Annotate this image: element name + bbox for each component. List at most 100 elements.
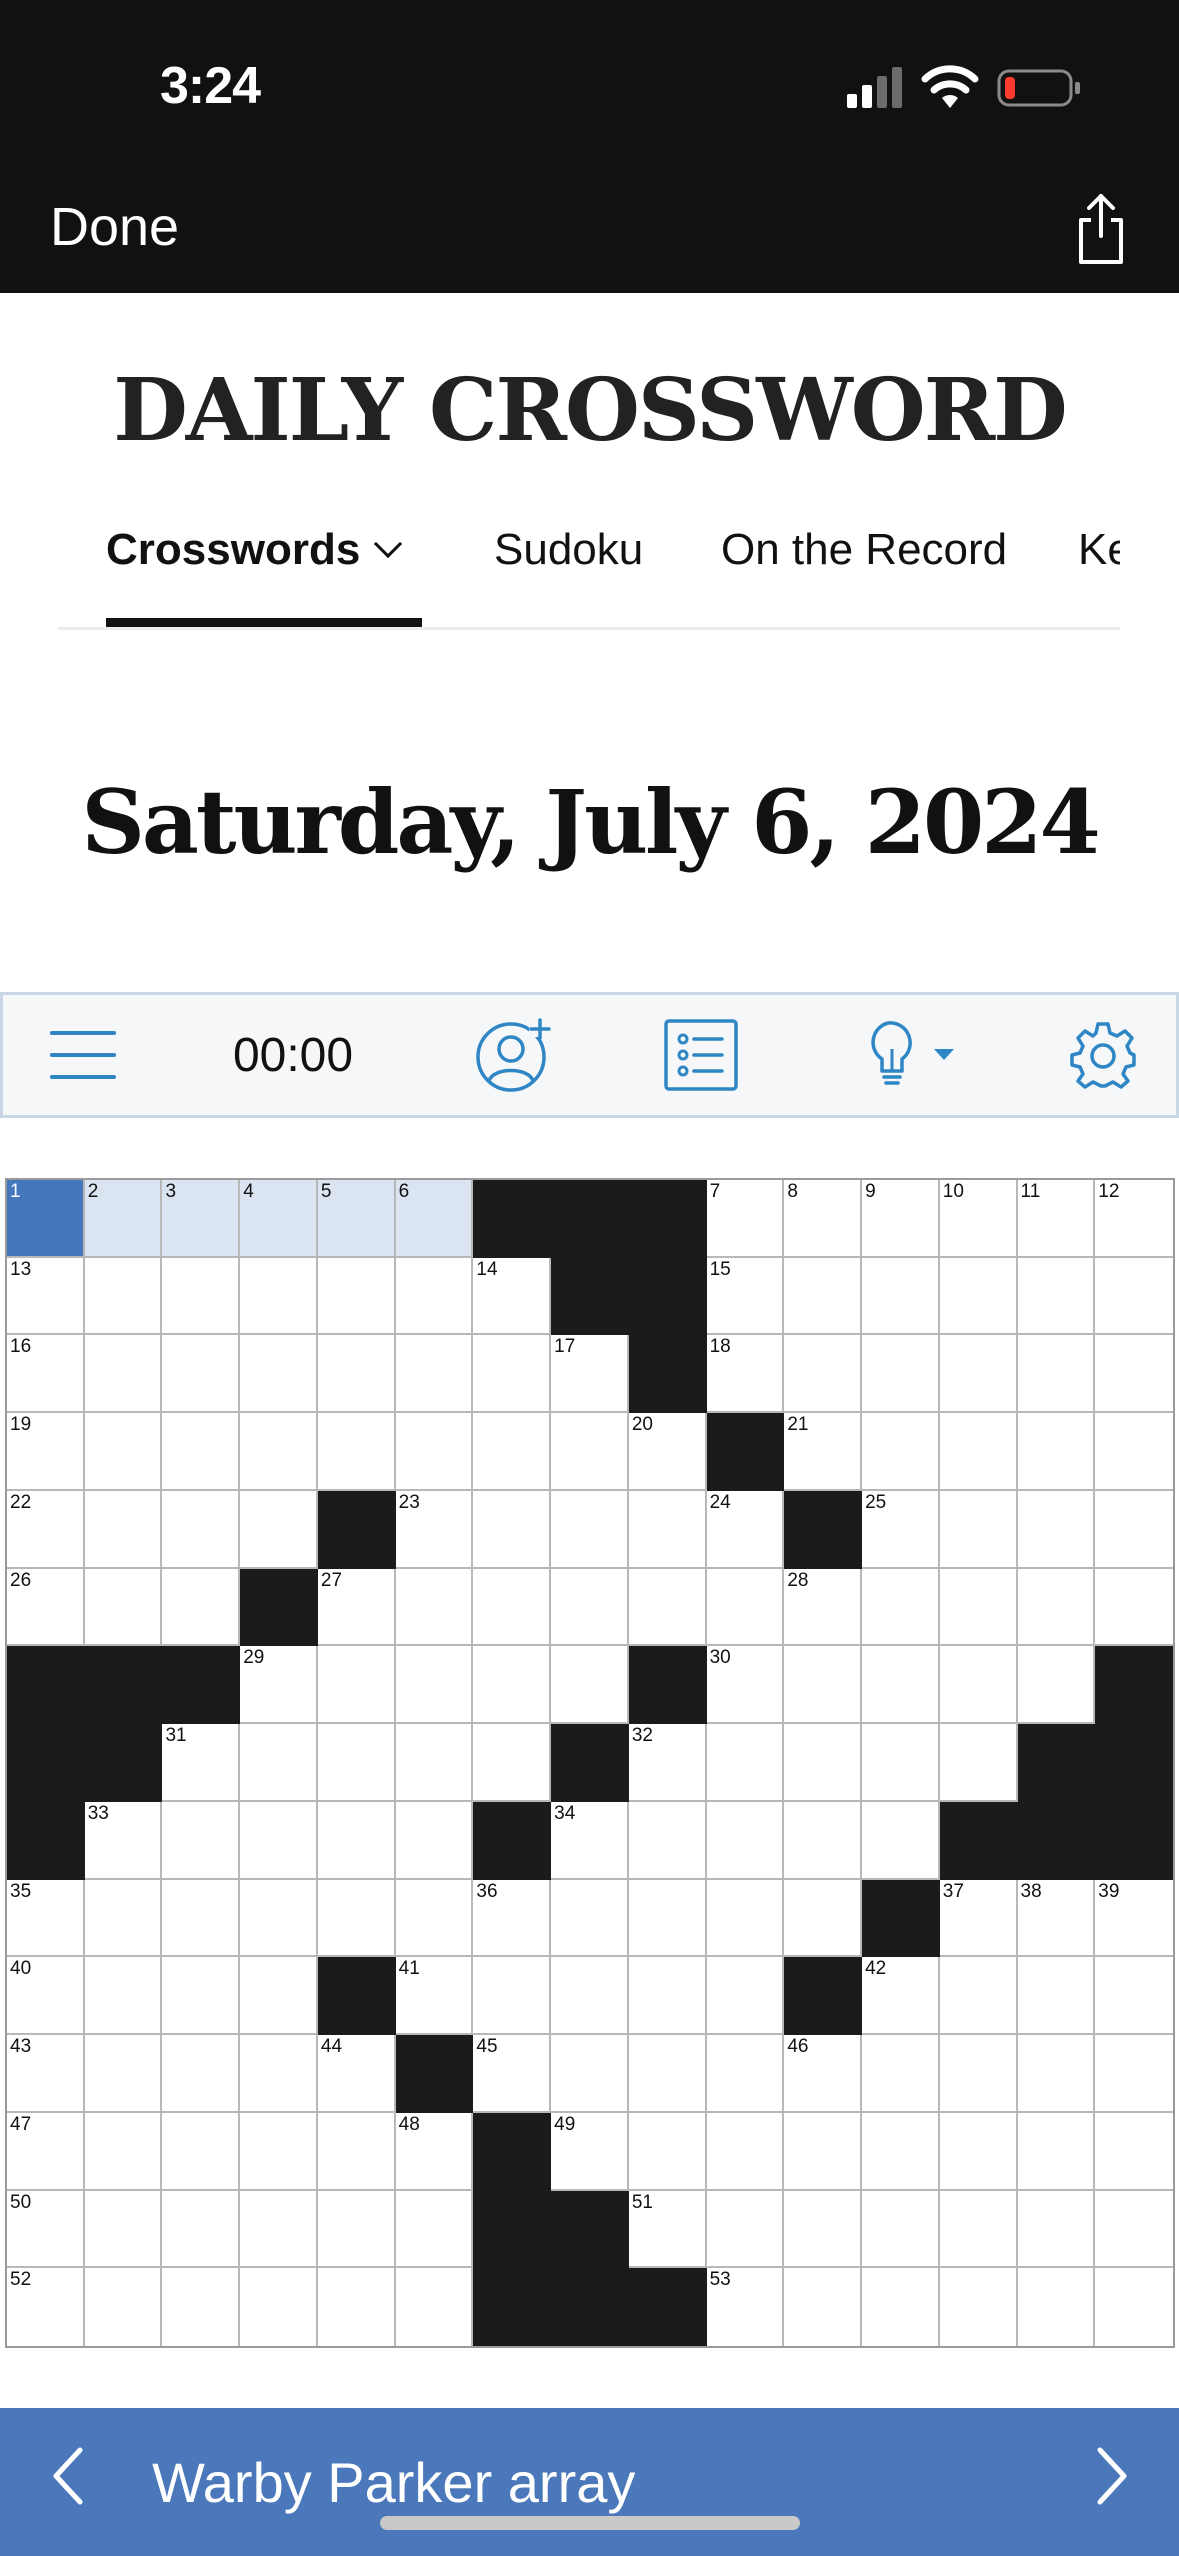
grid-cell[interactable]: 27	[317, 1568, 396, 1647]
grid-cell[interactable]	[317, 2190, 396, 2269]
grid-cell[interactable]	[162, 2112, 241, 2191]
grid-cell[interactable]: 42	[862, 1957, 940, 2036]
grid-cell[interactable]	[162, 1568, 241, 1647]
grid-cell[interactable]	[1017, 1490, 1096, 1569]
grid-cell[interactable]: 22	[7, 1490, 85, 1569]
grid-cell[interactable]	[1017, 2035, 1096, 2113]
grid-cell[interactable]: 24	[706, 1490, 785, 1569]
grid-cell[interactable]: 6	[395, 1180, 474, 1258]
grid-cell[interactable]: 45	[473, 2035, 552, 2113]
grid-cell[interactable]	[784, 1257, 863, 1336]
grid-cell[interactable]: 28	[784, 1568, 863, 1647]
clue-list-button[interactable]	[651, 995, 751, 1115]
grid-cell[interactable]	[395, 2268, 474, 2346]
grid-cell[interactable]: 9	[862, 1180, 940, 1258]
grid-cell[interactable]: 32	[628, 1724, 707, 1802]
grid-cell[interactable]	[1095, 2268, 1173, 2346]
grid-cell[interactable]	[395, 1879, 474, 1958]
grid-cell[interactable]	[395, 1257, 474, 1336]
grid-cell[interactable]	[706, 1724, 785, 1802]
grid-cell[interactable]	[1017, 1568, 1096, 1647]
grid-cell[interactable]: 7	[706, 1180, 785, 1258]
grid-cell[interactable]: 4	[240, 1180, 318, 1258]
grid-cell[interactable]: 2	[84, 1180, 163, 1258]
grid-cell[interactable]	[1095, 2190, 1173, 2269]
grid-cell[interactable]	[240, 1801, 318, 1880]
grid-cell[interactable]	[473, 1335, 552, 1414]
grid-cell[interactable]	[1017, 1646, 1096, 1725]
grid-cell[interactable]	[784, 1646, 863, 1725]
grid-cell[interactable]: 36	[473, 1879, 552, 1958]
grid-cell[interactable]: 41	[395, 1957, 474, 2036]
grid-cell[interactable]: 49	[551, 2112, 629, 2191]
grid-cell[interactable]	[939, 1957, 1018, 2036]
grid-cell[interactable]: 5	[317, 1180, 396, 1258]
grid-cell[interactable]	[628, 2035, 707, 2113]
grid-cell[interactable]	[473, 1413, 552, 1491]
grid-cell[interactable]	[317, 2112, 396, 2191]
grid-cell[interactable]: 10	[939, 1180, 1018, 1258]
grid-cell[interactable]: 25	[862, 1490, 940, 1569]
grid-cell[interactable]	[706, 1801, 785, 1880]
grid-cell[interactable]	[1017, 2112, 1096, 2191]
grid-cell[interactable]: 46	[784, 2035, 863, 2113]
grid-cell[interactable]	[84, 1490, 163, 1569]
grid-cell[interactable]	[473, 1957, 552, 2036]
grid-cell[interactable]: 15	[706, 1257, 785, 1336]
grid-cell[interactable]	[317, 2268, 396, 2346]
grid-cell[interactable]: 38	[1017, 1879, 1096, 1958]
grid-cell[interactable]	[1017, 1335, 1096, 1414]
tab-on-the-record[interactable]: On the Record	[721, 525, 1007, 575]
grid-cell[interactable]	[551, 2035, 629, 2113]
grid-cell[interactable]	[395, 2190, 474, 2269]
grid-cell[interactable]	[862, 1257, 940, 1336]
grid-cell[interactable]	[240, 2268, 318, 2346]
grid-cell[interactable]	[240, 2112, 318, 2191]
grid-cell[interactable]	[939, 1568, 1018, 1647]
grid-cell[interactable]	[628, 1801, 707, 1880]
grid-cell[interactable]: 31	[162, 1724, 241, 1802]
settings-button[interactable]	[1053, 995, 1153, 1115]
grid-cell[interactable]	[395, 1568, 474, 1647]
grid-cell[interactable]	[1017, 1957, 1096, 2036]
grid-cell[interactable]	[162, 1413, 241, 1491]
grid-cell[interactable]	[939, 1646, 1018, 1725]
grid-cell[interactable]	[628, 1879, 707, 1958]
crossword-grid[interactable]: 1 2 3 4 5 6 7 8 9 10 11 12 13 14 15 16 17 18 19 20 21 22 23 24 2…	[5, 1178, 1175, 2348]
grid-cell[interactable]	[317, 1413, 396, 1491]
grid-cell[interactable]	[84, 2190, 163, 2269]
grid-cell[interactable]	[551, 1957, 629, 2036]
grid-cell[interactable]	[395, 1335, 474, 1414]
tab-truncated[interactable]: Ke	[1078, 525, 1120, 575]
grid-cell[interactable]	[162, 2035, 241, 2113]
grid-cell[interactable]	[395, 1413, 474, 1491]
grid-cell[interactable]	[628, 1490, 707, 1569]
grid-cell[interactable]	[240, 2035, 318, 2113]
grid-cell[interactable]	[551, 1646, 629, 1725]
grid-cell[interactable]: 39	[1095, 1879, 1173, 1958]
done-button[interactable]: Done	[50, 196, 179, 258]
grid-cell[interactable]: 8	[784, 1180, 863, 1258]
grid-cell[interactable]	[784, 1724, 863, 1802]
grid-cell[interactable]	[1095, 1957, 1173, 2036]
grid-cell[interactable]	[551, 1879, 629, 1958]
grid-cell[interactable]	[162, 2268, 241, 2346]
grid-cell[interactable]	[162, 1879, 241, 1958]
grid-cell[interactable]	[1095, 2112, 1173, 2191]
grid-cell[interactable]	[939, 1257, 1018, 1336]
grid-cell[interactable]	[1095, 1257, 1173, 1336]
grid-cell[interactable]	[473, 1568, 552, 1647]
grid-cell[interactable]	[784, 2268, 863, 2346]
grid-cell[interactable]	[240, 2190, 318, 2269]
grid-cell[interactable]	[84, 1957, 163, 2036]
menu-button[interactable]	[33, 995, 133, 1115]
grid-cell[interactable]: 48	[395, 2112, 474, 2191]
grid-cell[interactable]	[162, 1957, 241, 2036]
grid-cell[interactable]	[1017, 2268, 1096, 2346]
grid-cell[interactable]	[240, 1257, 318, 1336]
current-clue[interactable]: Warby Parker array	[152, 2450, 635, 2515]
grid-cell[interactable]	[473, 1490, 552, 1569]
grid-cell[interactable]: 50	[7, 2190, 85, 2269]
grid-cell[interactable]	[240, 1490, 318, 1569]
grid-cell[interactable]	[84, 1568, 163, 1647]
